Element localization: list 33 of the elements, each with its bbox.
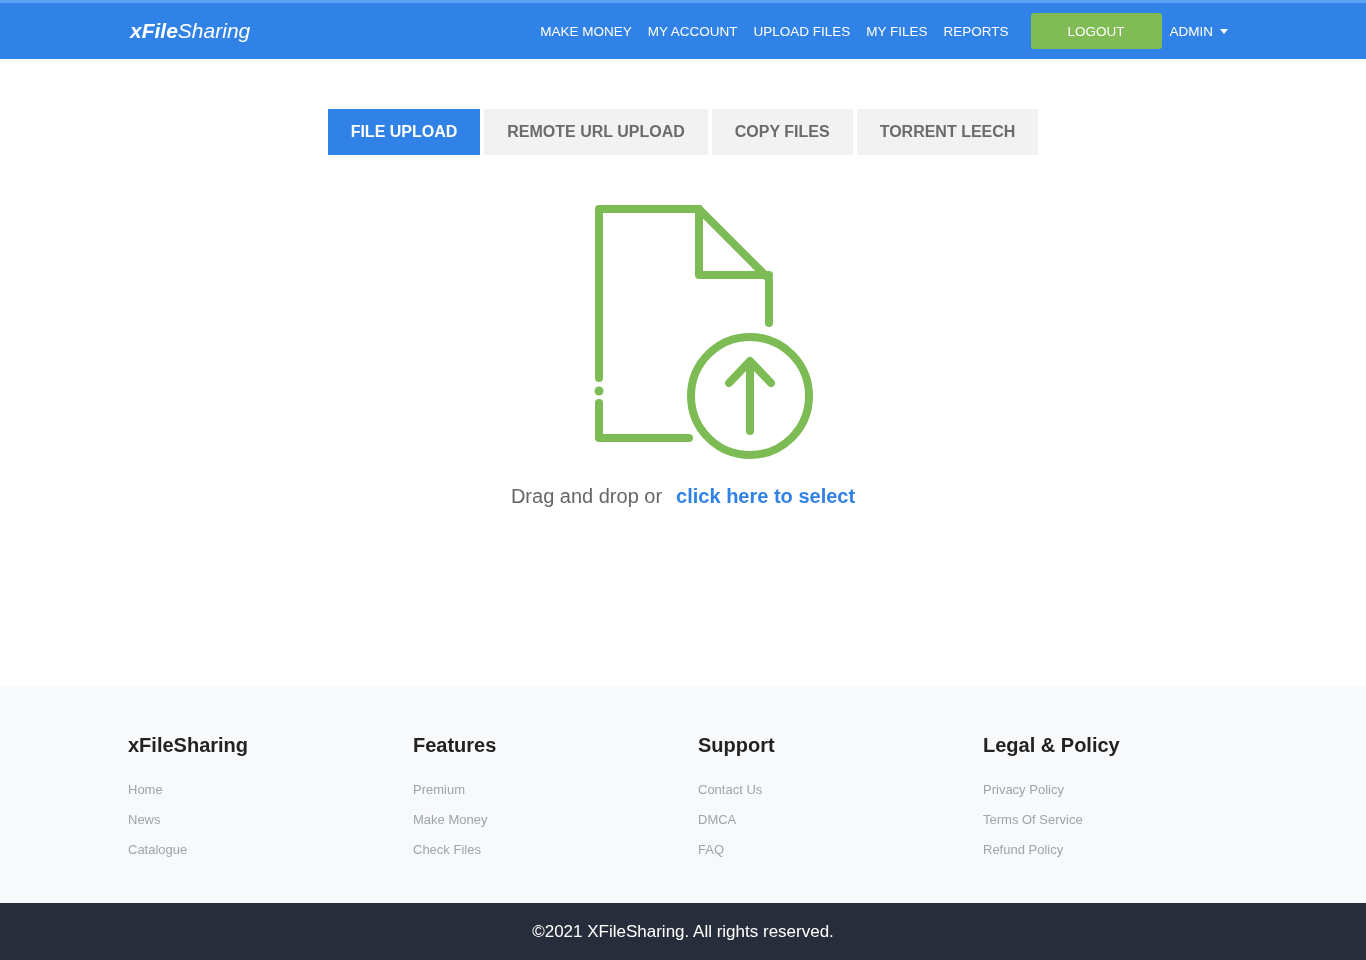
user-menu[interactable]: ADMIN bbox=[1161, 23, 1236, 39]
logout-button[interactable]: LOGOUT bbox=[1030, 13, 1162, 49]
nav-link[interactable]: MAKE MONEY bbox=[532, 23, 640, 39]
footer-heading: Features bbox=[413, 734, 497, 757]
footer-link[interactable]: Premium bbox=[413, 775, 465, 805]
copyright-text: ©2021 XFileSharing. All rights reserved. bbox=[532, 921, 834, 942]
file-upload-icon bbox=[593, 203, 813, 459]
footer-link[interactable]: Terms Of Service bbox=[983, 805, 1083, 835]
footer-heading: Support bbox=[698, 734, 775, 757]
footer-heading: xFileSharing bbox=[128, 734, 249, 757]
drop-instruction: Drag and drop or bbox=[510, 485, 663, 508]
footer-link[interactable]: Refund Policy bbox=[983, 835, 1064, 865]
nav-link[interactable]: REPORTS bbox=[935, 23, 1017, 39]
footer-link[interactable]: Home bbox=[128, 775, 163, 805]
nav-link[interactable]: MY ACCOUNT bbox=[639, 23, 746, 39]
select-files-link[interactable]: click here to select bbox=[676, 485, 856, 508]
footer-heading: Legal & Policy bbox=[983, 734, 1120, 757]
footer-link[interactable]: Catalogue bbox=[128, 835, 188, 865]
upload-tab[interactable]: TORRENT LEECH bbox=[856, 109, 1039, 155]
footer-link[interactable]: Privacy Policy bbox=[983, 775, 1064, 805]
upload-tab[interactable]: REMOTE URL UPLOAD bbox=[484, 109, 708, 155]
footer-link[interactable]: Contact Us bbox=[698, 775, 763, 805]
upload-tab[interactable]: FILE UPLOAD bbox=[327, 109, 481, 155]
upload-tab[interactable]: COPY FILES bbox=[711, 109, 853, 155]
site-logo[interactable]: xFileSharing bbox=[130, 19, 251, 43]
footer-link[interactable]: DMCA bbox=[698, 805, 737, 835]
footer-link[interactable]: Check Files bbox=[413, 835, 481, 865]
nav-link[interactable]: UPLOAD FILES bbox=[745, 23, 859, 39]
footer-link[interactable]: Make Money bbox=[413, 805, 488, 835]
nav-link[interactable]: MY FILES bbox=[858, 23, 936, 39]
caret-icon bbox=[1220, 28, 1228, 34]
footer-link[interactable]: News bbox=[128, 805, 161, 835]
footer-link[interactable]: FAQ bbox=[698, 835, 724, 865]
